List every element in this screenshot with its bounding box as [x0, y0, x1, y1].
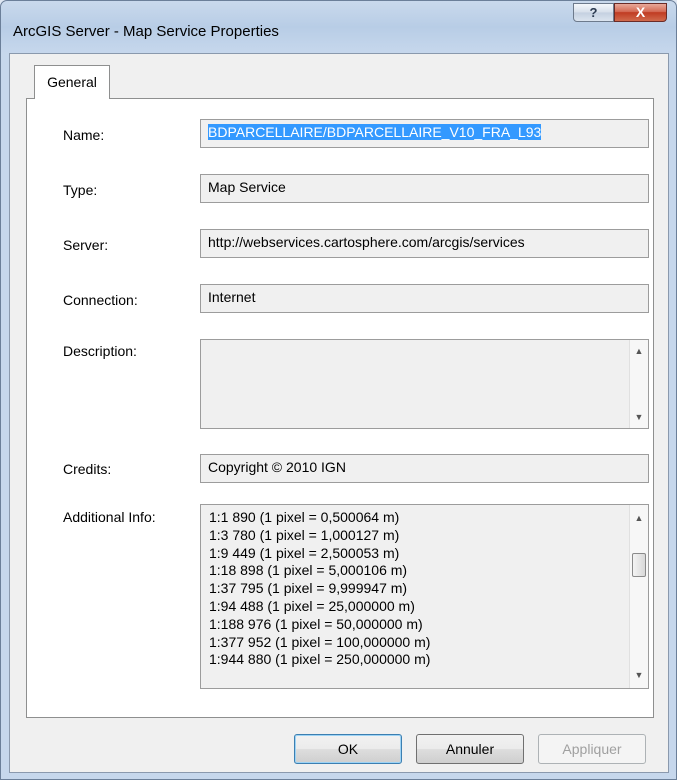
credits-label: Credits:: [63, 461, 112, 477]
info-line: 1:9 449 (1 pixel = 2,500053 m): [209, 544, 400, 561]
window-title: ArcGIS Server - Map Service Properties: [13, 23, 279, 40]
additional-info-label: Additional Info:: [63, 509, 156, 525]
tab-panel-general: Name: BDPARCELLAIRE/BDPARCELLAIRE_V10_FR…: [26, 98, 654, 718]
dialog-client-area: General Name: BDPARCELLAIRE/BDPARCELLAIR…: [9, 53, 669, 773]
scroll-down-icon[interactable]: ▼: [630, 408, 648, 426]
info-line: 1:377 952 (1 pixel = 100,000000 m): [209, 633, 431, 650]
name-field[interactable]: BDPARCELLAIRE/BDPARCELLAIRE_V10_FRA_L93: [200, 119, 649, 148]
apply-button[interactable]: Appliquer: [538, 734, 646, 764]
info-line: 1:3 780 (1 pixel = 1,000127 m): [209, 526, 400, 543]
name-label: Name:: [63, 127, 105, 143]
additional-info-scrollbar[interactable]: ▲ ▼: [629, 505, 648, 688]
info-line: 1:94 488 (1 pixel = 25,000000 m): [209, 597, 415, 614]
close-button[interactable]: X: [614, 3, 667, 22]
server-field[interactable]: http://webservices.cartosphere.com/arcgi…: [200, 229, 649, 258]
connection-label: Connection:: [63, 292, 138, 308]
scroll-thumb[interactable]: [632, 553, 646, 577]
info-line: 1:1 890 (1 pixel = 0,500064 m): [209, 509, 400, 525]
help-button[interactable]: ?: [573, 3, 614, 22]
additional-info-textarea[interactable]: 1:1 890 (1 pixel = 0,500064 m) 1:3 780 (…: [200, 504, 649, 689]
ok-button[interactable]: OK: [294, 734, 402, 764]
credits-field[interactable]: Copyright © 2010 IGN: [200, 454, 649, 483]
info-line: 1:37 795 (1 pixel = 9,999947 m): [209, 580, 408, 597]
type-label: Type:: [63, 182, 98, 198]
description-scrollbar[interactable]: ▲ ▼: [629, 340, 648, 428]
info-line: 1:18 898 (1 pixel = 5,000106 m): [209, 562, 408, 579]
type-field[interactable]: Map Service: [200, 174, 649, 203]
scroll-down-icon[interactable]: ▼: [630, 666, 648, 684]
scroll-up-icon[interactable]: ▲: [630, 509, 648, 527]
dialog-window: ArcGIS Server - Map Service Properties ?…: [0, 0, 677, 780]
tab-general[interactable]: General: [34, 65, 110, 99]
description-textarea[interactable]: ▲ ▼: [200, 339, 649, 429]
description-label: Description:: [63, 343, 137, 359]
info-line: 1:188 976 (1 pixel = 50,000000 m): [209, 615, 423, 632]
name-value-selected: BDPARCELLAIRE/BDPARCELLAIRE_V10_FRA_L93: [208, 124, 542, 140]
server-label: Server:: [63, 237, 109, 253]
connection-field[interactable]: Internet: [200, 284, 649, 313]
info-line: 1:944 880 (1 pixel = 250,000000 m): [209, 651, 431, 668]
additional-info-list: 1:1 890 (1 pixel = 0,500064 m) 1:3 780 (…: [209, 509, 430, 669]
cancel-button[interactable]: Annuler: [416, 734, 524, 764]
scroll-up-icon[interactable]: ▲: [630, 342, 648, 360]
